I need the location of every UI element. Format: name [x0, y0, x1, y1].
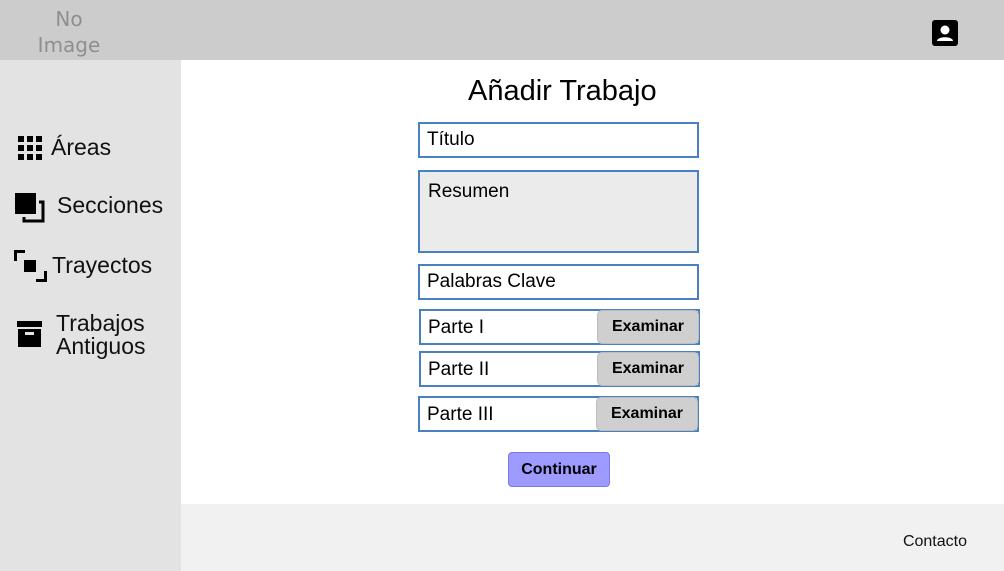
sidebar-item-label: Trabajos Antiguos: [56, 312, 176, 358]
browse-button[interactable]: Examinar: [597, 310, 699, 344]
top-bar: No Image: [0, 0, 1004, 60]
footer: Contacto: [181, 504, 1004, 571]
sidebar: Áreas Secciones Trayectos Trabajos Antig…: [0, 60, 181, 571]
sidebar-item-label: Secciones: [57, 192, 164, 218]
logo-text-line2: Image: [37, 33, 101, 57]
sidebar-item-trayectos[interactable]: Trayectos: [0, 248, 181, 282]
sidebar-item-label-line1: Trabajos: [56, 310, 145, 336]
contact-link[interactable]: Contacto: [903, 533, 967, 551]
file-field-parte-1[interactable]: Parte I Examinar: [419, 309, 700, 345]
archive-icon: [17, 321, 42, 352]
sidebar-item-secciones[interactable]: Secciones: [0, 190, 181, 224]
logo-placeholder: No Image: [22, 6, 116, 58]
continue-button[interactable]: Continuar: [508, 452, 610, 487]
sidebar-item-label: Áreas: [51, 134, 112, 160]
titulo-input[interactable]: [418, 122, 699, 158]
file-field-parte-3[interactable]: Parte III Examinar: [418, 396, 699, 432]
palabras-clave-input[interactable]: [418, 264, 699, 300]
file-field-label: Parte II: [428, 359, 490, 380]
logo-text-line1: No: [55, 7, 83, 31]
sidebar-item-label: Trayectos: [52, 252, 153, 278]
page-title: Añadir Trabajo: [468, 75, 657, 107]
sidebar-item-label-line2: Antiguos: [56, 333, 146, 359]
browse-button[interactable]: Examinar: [596, 397, 698, 431]
browse-button[interactable]: Examinar: [597, 352, 699, 386]
sidebar-item-trabajos-antiguos[interactable]: Trabajos Antiguos: [0, 310, 181, 360]
resumen-textarea[interactable]: [418, 170, 699, 253]
apps-grid-icon: [18, 136, 42, 165]
account-box-icon[interactable]: [931, 19, 959, 47]
layers-icon: [15, 193, 45, 228]
file-field-label: Parte I: [428, 317, 484, 338]
file-field-parte-2[interactable]: Parte II Examinar: [419, 351, 700, 387]
sidebar-item-areas[interactable]: Áreas: [0, 132, 181, 162]
file-field-label: Parte III: [427, 404, 494, 425]
route-icon: [14, 250, 47, 287]
